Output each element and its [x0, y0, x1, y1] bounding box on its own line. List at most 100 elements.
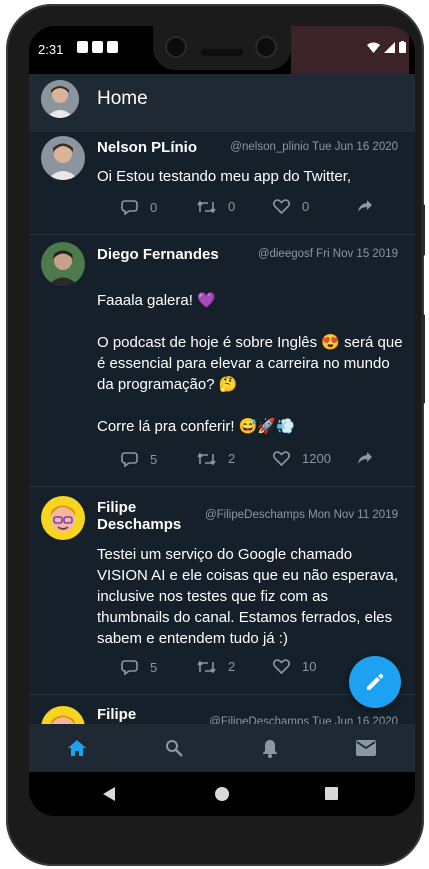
retweet-icon [197, 200, 216, 213]
tweet-author-name: Diego Fernandes [97, 246, 219, 263]
reply-count: 5 [150, 659, 158, 675]
nav-search[interactable] [162, 736, 186, 760]
avatar-photo-icon [41, 242, 85, 286]
avatar-illustration-icon [41, 706, 85, 724]
tweet-meta: @FilipeDeschamps Tue Jun 16 2020 [209, 716, 398, 724]
share-button[interactable] [357, 199, 373, 213]
recents-icon[interactable] [325, 787, 338, 800]
tweet-feed[interactable]: Nelson PLínio @nelson_plinio Tue Jun 16 … [29, 132, 415, 724]
like-button[interactable]: 0 [273, 199, 309, 214]
tweet-text: Oi Estou testando meu app do Twitter, [97, 168, 352, 185]
tweet-text: Testei um serviço do Google chamado VISI… [97, 546, 403, 647]
signal-icon [384, 41, 395, 53]
nav-messages[interactable] [354, 736, 378, 760]
retweet-count: 2 [228, 451, 236, 466]
share-icon [358, 200, 372, 212]
back-icon[interactable] [103, 787, 116, 801]
retweet-button[interactable]: 0 [197, 199, 235, 214]
status-notification-icons [77, 41, 118, 53]
status-time: 2:31 [38, 42, 64, 57]
power-button [421, 314, 425, 404]
share-button[interactable] [357, 451, 373, 465]
tweet-date: Tue Jun 16 2020 [312, 716, 398, 724]
bottom-navigation [29, 724, 415, 772]
reply-icon [121, 200, 138, 215]
like-count: 0 [302, 199, 310, 214]
like-button[interactable]: 1200 [273, 451, 331, 466]
avatar-illustration-icon [41, 496, 85, 540]
reply-button[interactable]: 0 [121, 199, 157, 215]
heart-icon [273, 451, 290, 466]
tweet-text: Faaala galera! 💜 O podcast de hoje é sob… [97, 292, 403, 435]
tweet-actions: 0 0 0 [121, 199, 383, 219]
reply-count: 5 [150, 451, 158, 467]
nav-home[interactable] [65, 736, 89, 760]
like-count: 1200 [302, 451, 331, 466]
notch [153, 26, 291, 70]
retweet-icon [197, 452, 216, 465]
tweet-date: Mon Nov 11 2019 [308, 509, 398, 521]
tweet-author-name: Nelson PLínio [97, 139, 198, 156]
nav-notifications[interactable] [258, 736, 282, 760]
system-navigation-bar [29, 772, 415, 816]
retweet-count: 0 [228, 199, 236, 214]
tweet-handle: @FilipeDeschamps [209, 716, 310, 724]
app-bar: Home [29, 74, 415, 132]
notification-icon [77, 41, 88, 53]
tweet-avatar[interactable] [41, 706, 85, 724]
status-system-icons [367, 41, 406, 53]
reply-icon [121, 660, 138, 675]
reply-button[interactable]: 5 [121, 659, 157, 675]
mail-icon [356, 740, 376, 756]
share-icon [358, 452, 372, 464]
tweet-actions: 5 2 1200 [121, 451, 383, 471]
tweet-meta: @nelson_plinio Tue Jun 16 2020 [230, 141, 398, 153]
phone-frame: 2:31 Home Nelson PLínio @nelson_plinio T… [6, 4, 425, 866]
tweet-avatar[interactable] [41, 242, 85, 286]
tweet-item[interactable]: Diego Fernandes @dieegosf Fri Nov 15 201… [29, 236, 415, 487]
compose-icon [367, 673, 384, 690]
volume-button [421, 204, 425, 256]
tweet-avatar[interactable] [41, 496, 85, 540]
retweet-count: 2 [228, 659, 236, 674]
avatar-photo-icon [41, 80, 79, 118]
tweet-date: Tue Jun 16 2020 [312, 141, 398, 153]
retweet-button[interactable]: 2 [197, 659, 235, 674]
home-icon [68, 740, 86, 756]
app-notification-icon [107, 41, 118, 53]
compose-tweet-button[interactable] [349, 656, 401, 708]
front-camera-icon [167, 38, 185, 56]
tweet-actions: 5 2 10 [121, 659, 383, 679]
status-bar: 2:31 [29, 26, 415, 78]
screen: 2:31 Home Nelson PLínio @nelson_plinio T… [29, 26, 415, 816]
heart-icon [273, 199, 290, 214]
tweet-author-name: Filipe Deschamps [97, 499, 182, 533]
avatar-photo-icon [41, 136, 85, 180]
tweet-avatar[interactable] [41, 136, 85, 180]
tweet-item[interactable]: Nelson PLínio @nelson_plinio Tue Jun 16 … [29, 132, 415, 235]
tweet-handle: @nelson_plinio [230, 141, 310, 153]
profile-avatar[interactable] [41, 80, 79, 118]
tweet-meta: @FilipeDeschamps Mon Nov 11 2019 [205, 509, 398, 521]
search-icon [166, 740, 183, 757]
retweet-icon [197, 660, 216, 673]
speaker-grille [201, 49, 243, 56]
home-button-icon[interactable] [215, 787, 229, 801]
like-button[interactable]: 10 [273, 659, 316, 674]
retweet-button[interactable]: 2 [197, 451, 235, 466]
tweet-handle: @dieegosf [257, 248, 313, 260]
front-camera-icon [257, 38, 275, 56]
reply-button[interactable]: 5 [121, 451, 157, 467]
battery-icon [399, 41, 406, 53]
sd-card-icon [92, 41, 103, 53]
like-count: 10 [302, 659, 317, 674]
bell-icon [263, 739, 277, 758]
tweet-meta: @dieegosf Fri Nov 15 2019 [258, 248, 398, 260]
page-title: Home [97, 88, 148, 109]
reply-count: 0 [150, 199, 158, 215]
heart-icon [273, 659, 290, 674]
reply-icon [121, 452, 138, 467]
wifi-icon [367, 42, 380, 53]
tweet-handle: @FilipeDeschamps [204, 509, 305, 521]
tweet-author-name: Filipe [97, 706, 137, 723]
